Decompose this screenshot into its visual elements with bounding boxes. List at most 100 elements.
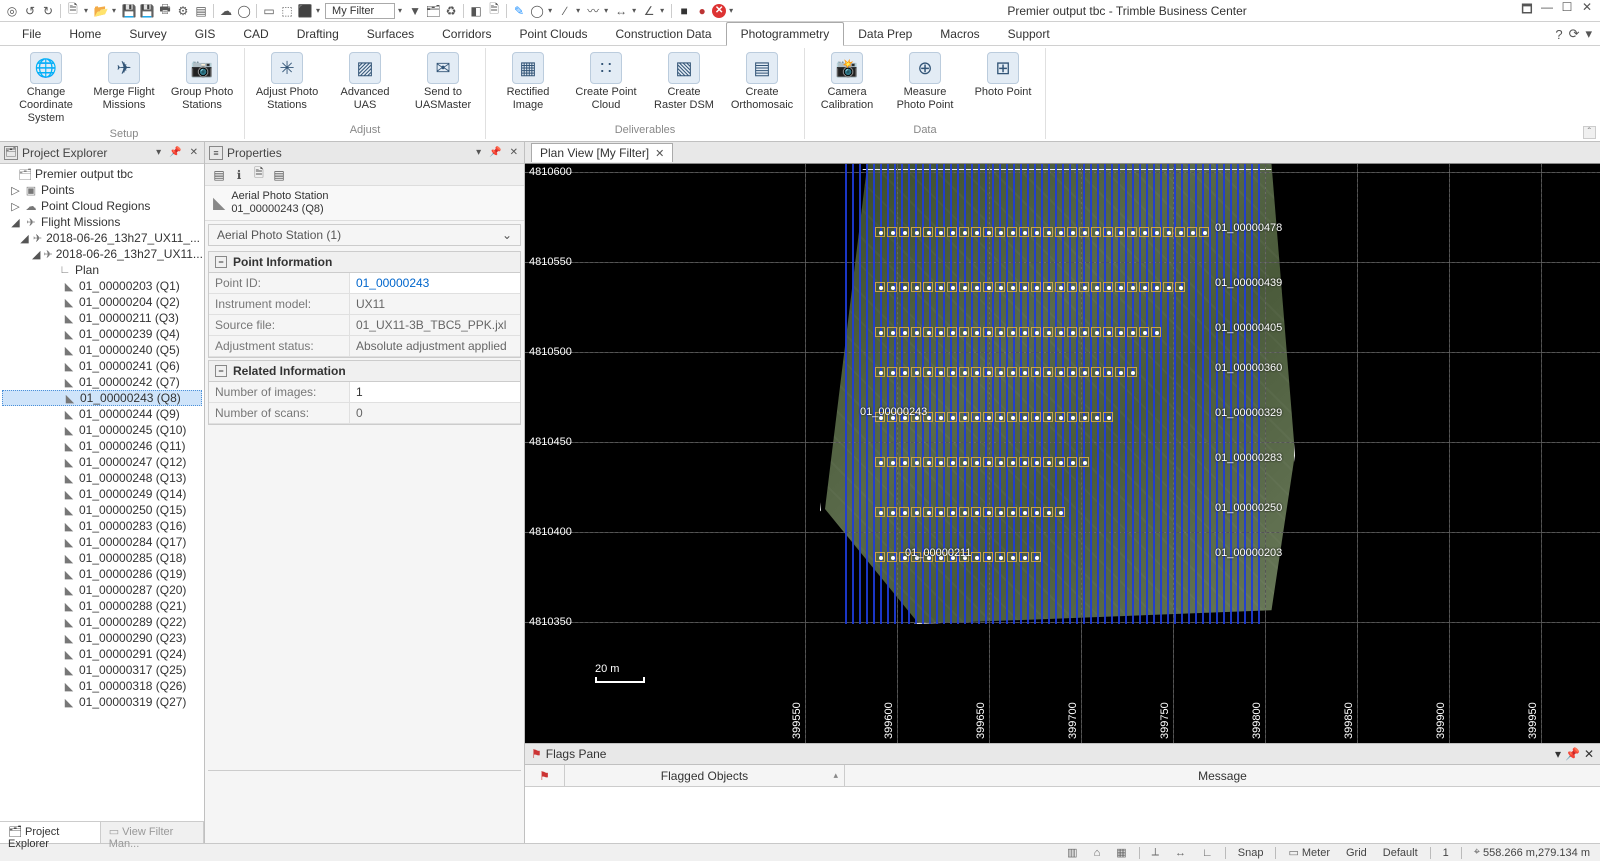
open-icon[interactable]: 📂 (93, 3, 109, 19)
photo-station-marker[interactable] (1079, 327, 1089, 337)
advanced-uas-button[interactable]: ▨Advanced UAS (329, 50, 401, 114)
tree-station-24[interactable]: ◣01_00000317 (Q25) (2, 662, 202, 678)
photo-station-marker[interactable] (971, 367, 981, 377)
photo-station-marker[interactable] (935, 457, 945, 467)
prop-tool-1-icon[interactable]: ▤ (211, 167, 227, 183)
expander-icon[interactable]: ◢ (20, 232, 29, 245)
circle-icon[interactable]: ◯ (529, 3, 545, 19)
photo-station-marker[interactable] (1103, 282, 1113, 292)
photo-station-marker[interactable] (1055, 412, 1065, 422)
photo-station-marker[interactable] (983, 367, 993, 377)
photo-station-marker[interactable] (935, 507, 945, 517)
photo-station-marker[interactable] (1043, 507, 1053, 517)
box-icon[interactable]: ⬚ (279, 3, 295, 19)
tree-station-14[interactable]: ◣01_00000250 (Q15) (2, 502, 202, 518)
tree-station-4[interactable]: ◣01_00000240 (Q5) (2, 342, 202, 358)
angle-icon[interactable]: ∠ (641, 3, 657, 19)
photo-station-marker[interactable] (1163, 282, 1173, 292)
photo-station-marker[interactable] (1019, 552, 1029, 562)
ribbon-collapse-icon[interactable]: ▾ (1585, 26, 1592, 42)
photo-station-marker[interactable] (1091, 282, 1101, 292)
photo-station-marker[interactable] (887, 507, 897, 517)
prop-section-related-information[interactable]: −Related Information (208, 360, 521, 382)
photo-station-marker[interactable] (959, 412, 969, 422)
photo-station-marker[interactable] (875, 552, 885, 562)
photo-station-marker[interactable] (1103, 227, 1113, 237)
sb-icon-5[interactable]: ↔ (1175, 847, 1186, 859)
photo-station-marker[interactable] (911, 227, 921, 237)
photo-station-marker[interactable] (1151, 327, 1161, 337)
refresh-icon[interactable]: ⟳ (1569, 26, 1580, 42)
photo-station-marker[interactable] (971, 412, 981, 422)
tab-cad[interactable]: CAD (229, 22, 282, 45)
tree-point-cloud-regions[interactable]: ▷☁Point Cloud Regions (2, 198, 202, 214)
tab-point-clouds[interactable]: Point Clouds (505, 22, 601, 45)
tree-station-20[interactable]: ◣01_00000288 (Q21) (2, 598, 202, 614)
photo-station-marker[interactable] (899, 367, 909, 377)
globe-icon[interactable]: ◯ (236, 3, 252, 19)
save-as-icon[interactable]: 💾 (139, 3, 155, 19)
photo-station-marker[interactable] (923, 282, 933, 292)
photo-station-marker[interactable] (1007, 282, 1017, 292)
collapse-icon[interactable]: − (215, 256, 227, 268)
photo-station-marker[interactable] (1163, 227, 1173, 237)
properties-type-selector[interactable]: Aerial Photo Station (1) ⌄ (208, 224, 521, 246)
close-tab-icon[interactable]: ✕ (655, 147, 664, 160)
tree-station-2[interactable]: ◣01_00000211 (Q3) (2, 310, 202, 326)
tree-station-5[interactable]: ◣01_00000241 (Q6) (2, 358, 202, 374)
pin-icon[interactable]: 📌 (167, 147, 183, 158)
save-icon[interactable]: 💾 (121, 3, 137, 19)
photo-station-marker[interactable] (995, 282, 1005, 292)
prop-pin-icon[interactable]: 📌 (487, 147, 503, 158)
undo-icon[interactable]: ↺ (22, 3, 38, 19)
status-grid[interactable]: Grid (1342, 847, 1371, 859)
tree-station-21[interactable]: ◣01_00000289 (Q22) (2, 614, 202, 630)
photo-station-marker[interactable] (983, 227, 993, 237)
photo-station-marker[interactable] (1079, 227, 1089, 237)
sb-icon-6[interactable]: ∟ (1202, 847, 1213, 859)
tab-corridors[interactable]: Corridors (428, 22, 505, 45)
photo-station-marker[interactable] (899, 227, 909, 237)
photo-station-marker[interactable] (1103, 327, 1113, 337)
photo-station-marker[interactable] (1151, 227, 1161, 237)
project-tree[interactable]: 🗂Premier output tbc▷▣Points▷☁Point Cloud… (0, 164, 204, 821)
photo-station-marker[interactable] (1127, 227, 1137, 237)
tree-flight-missions[interactable]: ◢✈Flight Missions (2, 214, 202, 230)
tree-station-25[interactable]: ◣01_00000318 (Q26) (2, 678, 202, 694)
photo-station-marker[interactable] (1043, 282, 1053, 292)
print-icon[interactable]: 🖶 (157, 3, 173, 19)
cube-icon[interactable]: ⬛ (297, 3, 313, 19)
redo-icon[interactable]: ↻ (40, 3, 56, 19)
photo-station-marker[interactable] (1031, 412, 1041, 422)
photo-station-marker[interactable] (911, 327, 921, 337)
tree-points[interactable]: ▷▣Points (2, 182, 202, 198)
photo-station-marker[interactable] (1115, 327, 1125, 337)
group-photo-button[interactable]: 📷Group Photo Stations (166, 50, 238, 114)
photo-station-marker[interactable] (1007, 507, 1017, 517)
view-filter-combo[interactable]: My Filter (325, 3, 395, 19)
pane-menu-icon[interactable]: ▾ (154, 147, 163, 158)
tree-station-19[interactable]: ◣01_00000287 (Q20) (2, 582, 202, 598)
tab-surfaces[interactable]: Surfaces (353, 22, 428, 45)
photo-station-marker[interactable] (935, 282, 945, 292)
photo-station-marker[interactable] (983, 412, 993, 422)
photo-station-marker[interactable] (1091, 327, 1101, 337)
photo-station-marker[interactable] (923, 367, 933, 377)
minimize-icon[interactable]: — (1538, 0, 1556, 21)
photo-station-marker[interactable] (1055, 507, 1065, 517)
photo-station-marker[interactable] (1079, 367, 1089, 377)
photo-station-marker[interactable] (959, 327, 969, 337)
tree-station-15[interactable]: ◣01_00000283 (Q16) (2, 518, 202, 534)
ribbon-minimize-icon[interactable]: ˆ (1583, 126, 1596, 139)
flags-pin-icon[interactable]: 📌 (1565, 747, 1580, 761)
sb-icon-1[interactable]: ▥ (1067, 846, 1077, 859)
tab-file[interactable]: File (8, 22, 55, 45)
expander-icon[interactable]: ◢ (10, 216, 21, 229)
tree-station-18[interactable]: ◣01_00000286 (Q19) (2, 566, 202, 582)
photo-station-marker[interactable] (1115, 367, 1125, 377)
tab-construction-data[interactable]: Construction Data (602, 22, 726, 45)
adjust-photo-button[interactable]: ✳Adjust Photo Stations (251, 50, 323, 114)
flags-col-message[interactable]: Message (845, 765, 1600, 786)
photo-station-marker[interactable] (1079, 457, 1089, 467)
flags-col-icon[interactable]: ⚑ (525, 765, 565, 786)
